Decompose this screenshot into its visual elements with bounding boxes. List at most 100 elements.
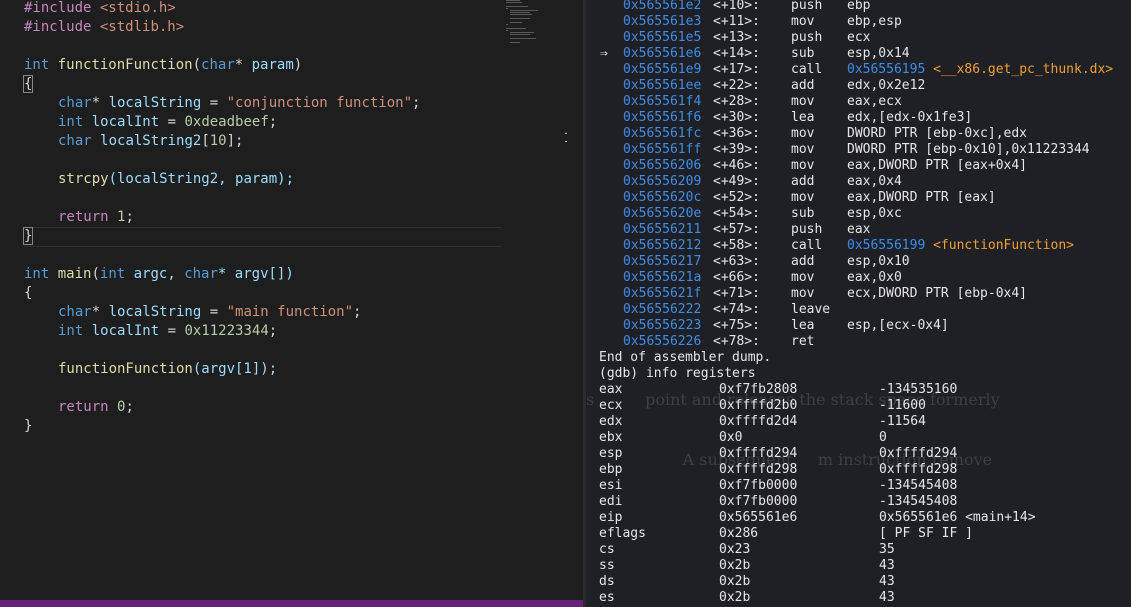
register-hex-value: 0x23 — [719, 542, 751, 557]
register-natural-value: 0x565561e6 <main+14> — [879, 510, 1036, 525]
code-lines[interactable]: #include <stdio.h> #include <stdlib.h> in… — [22, 0, 420, 436]
code-line[interactable]: } — [24, 417, 420, 436]
instruction-offset: <+57>: — [713, 222, 760, 237]
param-name: argc, — [125, 266, 185, 282]
register-natural-value: -11564 — [879, 414, 926, 429]
register-hex-value: 0xffffd298 — [719, 462, 798, 477]
instruction-address: 0x5655620e — [623, 206, 702, 221]
pointer — [92, 133, 100, 149]
code-line[interactable]: return 0; — [24, 398, 420, 417]
register-natural-value: 43 — [879, 574, 895, 589]
code-line[interactable] — [24, 341, 420, 360]
value: 0xdeadbeef — [184, 114, 269, 130]
code-line[interactable]: int localInt = 0xdeadbeef; — [24, 113, 420, 132]
terminator: ; — [268, 323, 278, 339]
minimap-line — [510, 22, 522, 23]
register-hex-value: 0x565561e6 — [719, 510, 798, 525]
instruction-offset: <+52>: — [713, 190, 760, 205]
gdb-command-line[interactable]: (gdb) info registers — [599, 366, 771, 382]
call-target-address: 0x56556195 — [847, 62, 926, 77]
instruction-mnemonic: sub — [791, 46, 815, 61]
code-line[interactable]: { — [24, 284, 420, 303]
instruction-mnemonic: call — [791, 238, 823, 253]
include-header: <stdlib.h> — [99, 19, 185, 35]
register-row: eip 0x565561e6 0x565561e6 <main+14> — [599, 510, 1036, 526]
instruction-operands: eax,DWORD PTR [eax+0x4] — [847, 158, 1028, 173]
register-row: ds 0x2b 43 — [599, 574, 895, 590]
code-line[interactable]: strcpy(localString2, param); — [24, 170, 420, 189]
code-line[interactable]: { — [22, 75, 420, 94]
instruction-address: 0x565561e6 — [623, 46, 702, 61]
code-line[interactable]: return 1; — [24, 208, 420, 227]
code-line[interactable]: int functionFunction(char* param) — [24, 56, 420, 75]
minimap[interactable] — [506, 0, 556, 44]
preprocessor-directive: #include — [24, 0, 92, 16]
register-row: ss 0x2b 43 — [599, 558, 895, 574]
brace: { — [24, 285, 33, 301]
code-line[interactable]: char* localString = "main function"; — [24, 303, 420, 322]
code-line[interactable]: int main(int argc, char* argv[]) — [24, 265, 420, 284]
instruction-mnemonic: lea — [791, 110, 815, 125]
instruction-operands: eax,ecx — [847, 94, 902, 109]
gdb-terminal-pane[interactable]: s point and releases the stack space for… — [586, 0, 1131, 607]
instruction-address: 0x565561e2 — [623, 0, 702, 13]
call-function: strcpy — [58, 171, 109, 187]
instruction-operands: 0x56556199 <functionFunction> — [847, 238, 1074, 254]
current-instruction-arrow-icon: ⇒ — [600, 46, 608, 61]
register-table: eax 0xf7fb2808 -134535160 ecx 0xffffd2b0 -116… — [599, 382, 1036, 606]
brace: } — [24, 418, 33, 434]
code-line[interactable]: #include <stdlib.h> — [24, 18, 420, 37]
register-hex-value: 0x2b — [719, 574, 751, 589]
instruction-address: 0x56556217 — [623, 254, 702, 269]
code-line[interactable]: } — [22, 227, 420, 246]
code-line[interactable]: int localInt = 0x11223344; — [24, 322, 420, 341]
code-line[interactable] — [24, 379, 420, 398]
instruction-operands: eax,0x4 — [847, 174, 902, 189]
instruction-offset: <+49>: — [713, 174, 760, 189]
param-name: param — [251, 57, 294, 73]
register-row: ecx 0xffffd2b0 -11600 — [599, 398, 926, 414]
minimap-line — [510, 18, 530, 19]
pointer — [83, 114, 91, 130]
register-natural-value: -134545408 — [879, 478, 958, 493]
register-hex-value: 0xffffd294 — [719, 446, 798, 461]
instruction-operands: DWORD PTR [ebp-0x10],0x11223344 — [847, 142, 1090, 157]
code-line[interactable] — [24, 189, 420, 208]
code-line[interactable]: functionFunction(argv[1]); — [24, 360, 420, 379]
register-name: eflags — [599, 526, 646, 541]
code-line[interactable]: #include <stdio.h> — [24, 0, 420, 18]
code-editor-pane[interactable]: #include <stdio.h> #include <stdlib.h> in… — [0, 0, 567, 600]
instruction-address: 0x56556206 — [623, 158, 702, 173]
instruction-offset: <+28>: — [713, 94, 760, 109]
value: 0x11223344 — [184, 323, 269, 339]
register-natural-value: 0xffffd298 — [879, 462, 958, 477]
paren: ( — [91, 266, 100, 282]
register-row: esi 0xf7fb0000 -134545408 — [599, 478, 957, 494]
register-name: ss — [599, 558, 615, 573]
variable-name: localInt — [91, 323, 160, 339]
function-name: functionFunction — [57, 57, 193, 73]
instruction-address: 0x565561ff — [623, 142, 702, 157]
instruction-address: 0x56556223 — [623, 318, 702, 333]
instruction-offset: <+71>: — [713, 286, 760, 301]
instruction-address: 0x565561ee — [623, 78, 702, 93]
variable-name: localInt — [91, 114, 160, 130]
instruction-mnemonic: add — [791, 174, 815, 189]
code-line[interactable] — [24, 246, 420, 265]
instruction-operands: ebp,esp — [847, 14, 902, 29]
instruction-operands: esp,[ecx-0x4] — [847, 318, 949, 333]
paren: ( — [192, 57, 202, 73]
code-line[interactable]: char localString2[10]; — [24, 132, 420, 151]
register-hex-value: 0x2b — [719, 558, 751, 573]
code-line[interactable] — [24, 151, 420, 170]
operator: = — [201, 95, 227, 111]
terminator: ; — [268, 114, 278, 130]
return-keyword: return — [58, 209, 109, 225]
code-line[interactable]: char* localString = "conjunction functio… — [24, 94, 420, 113]
terminator: ; — [125, 399, 134, 415]
code-line[interactable] — [24, 37, 420, 56]
instruction-offset: <+74>: — [713, 302, 760, 317]
register-row: esp 0xffffd294 0xffffd294 — [599, 446, 957, 462]
